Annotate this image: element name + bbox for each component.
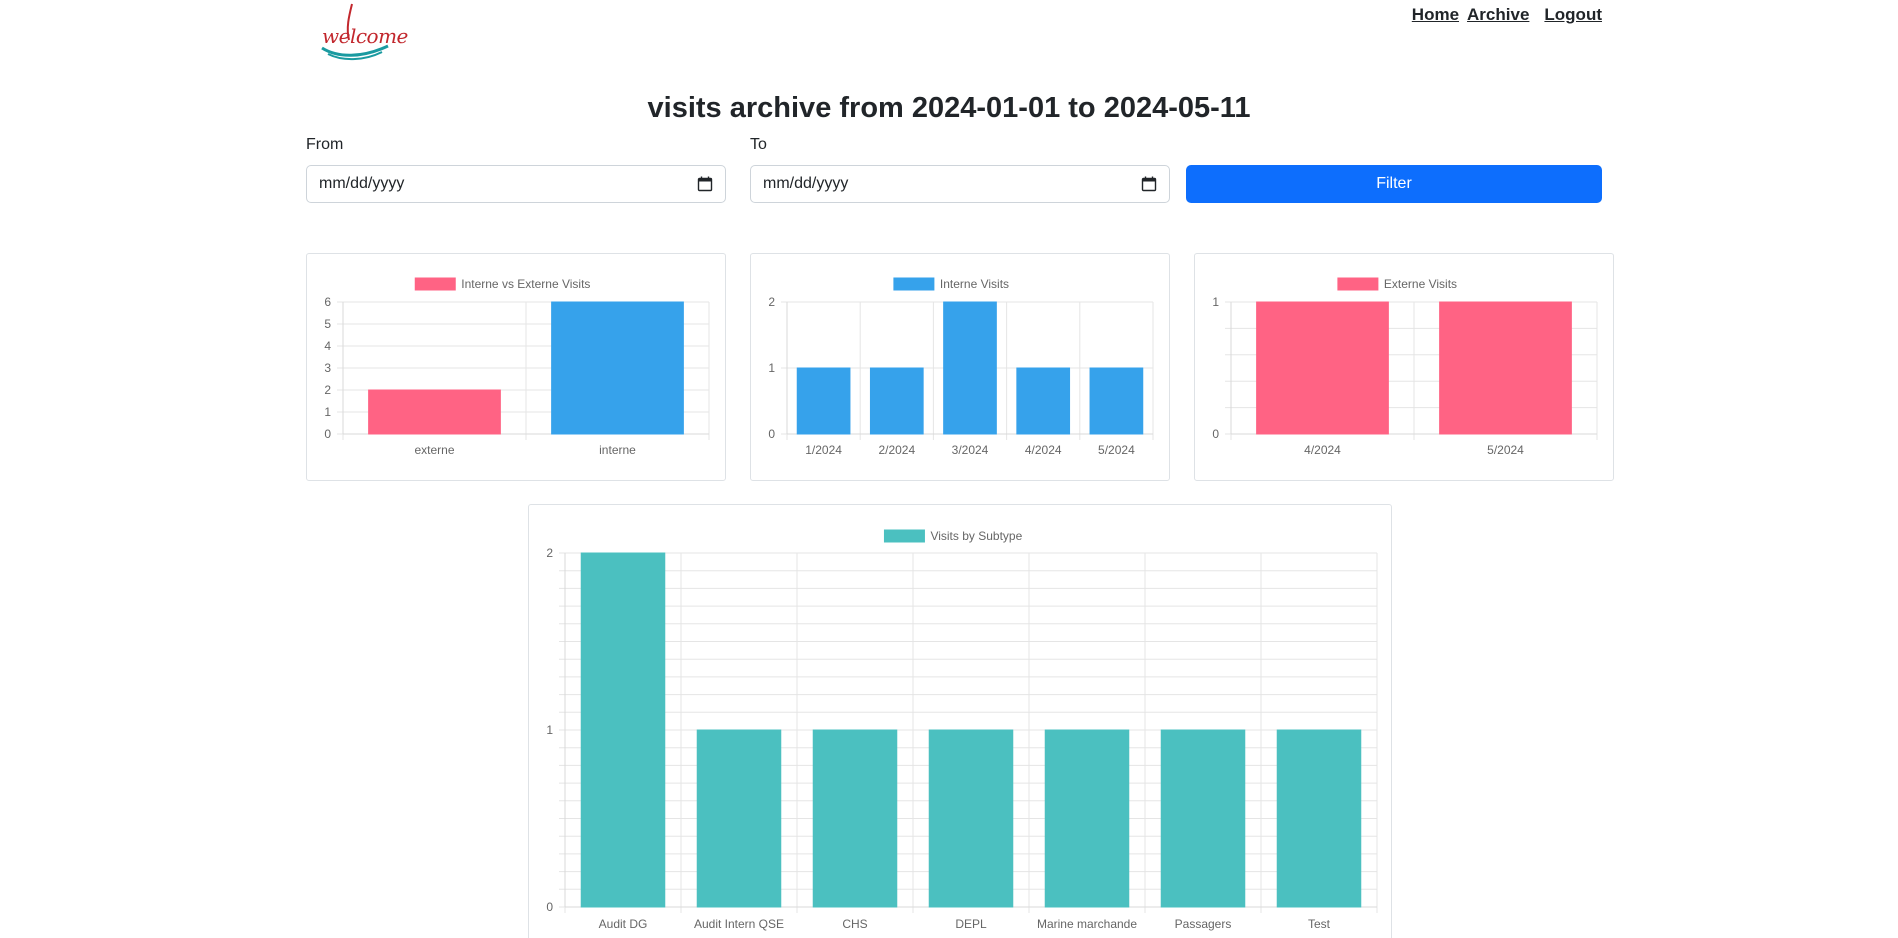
nav-home-link[interactable]: Home [1412, 5, 1459, 25]
to-date-input[interactable]: mm/dd/yyyy [750, 165, 1170, 203]
chart-legend: Externe Visits [1337, 277, 1457, 291]
y-tick-label: 1 [1212, 295, 1219, 309]
x-tick-label: 2/2024 [878, 443, 915, 457]
x-tick-label: Marine marchande [1037, 917, 1137, 931]
y-tick-label: 5 [324, 317, 331, 331]
x-tick-label: Test [1308, 917, 1331, 931]
legend-swatch [414, 277, 456, 291]
chart-bar [928, 729, 1014, 908]
y-tick-label: 1 [324, 405, 331, 419]
y-tick-label: 3 [324, 361, 331, 375]
x-tick-label: Audit Intern QSE [694, 917, 784, 931]
legend-swatch [1337, 277, 1379, 291]
x-tick-label: 3/2024 [952, 443, 989, 457]
chart-bar [1089, 367, 1144, 435]
y-tick-label: 4 [324, 339, 331, 353]
x-tick-label: 4/2024 [1025, 443, 1062, 457]
x-tick-label: CHS [842, 917, 867, 931]
to-label: To [750, 136, 767, 153]
chart-legend: Interne vs Externe Visits [414, 277, 590, 291]
chart-bar [1276, 729, 1362, 908]
y-tick-label: 6 [324, 295, 331, 309]
chart-bar [812, 729, 898, 908]
y-tick-label: 2 [546, 546, 553, 560]
filter-button[interactable]: Filter [1186, 165, 1602, 203]
chart-card-interne-visits: Interne Visits 0 1 2 1/2024 2/2024 3/2024 4/202… [750, 253, 1170, 481]
x-tick-label: 5/2024 [1098, 443, 1135, 457]
chart-bar [1160, 729, 1246, 908]
legend-label: Interne vs Externe Visits [461, 277, 590, 291]
chart-bar [696, 729, 782, 908]
legend-swatch [893, 277, 935, 291]
chart-bar [551, 301, 684, 435]
legend-swatch [883, 529, 925, 543]
legend-label: Visits by Subtype [930, 529, 1022, 543]
chart-bar [580, 552, 666, 908]
x-tick-label: externe [414, 443, 454, 457]
logo-text: welcome [322, 24, 408, 48]
y-tick-label: 0 [1212, 427, 1219, 441]
chart-bar [1256, 301, 1389, 435]
x-tick-label: 4/2024 [1304, 443, 1341, 457]
y-tick-label: 0 [768, 427, 775, 441]
calendar-icon[interactable] [1141, 176, 1157, 192]
chart-bar [869, 367, 924, 435]
x-tick-label: DEPL [955, 917, 987, 931]
chart-card-interne-vs-externe: Interne vs Externe Visits 0 1 2 3 4 5 6 externe i… [306, 253, 726, 481]
nav-logout-link[interactable]: Logout [1544, 5, 1602, 25]
chart-bar [368, 389, 501, 435]
from-label: From [306, 136, 344, 153]
chart-legend: Interne Visits [893, 277, 1009, 291]
top-nav: Home Archive Logout [1412, 5, 1602, 25]
y-tick-label: 1 [546, 723, 553, 737]
y-tick-label: 2 [324, 383, 331, 397]
y-tick-label: 0 [324, 427, 331, 441]
y-tick-label: 2 [768, 295, 775, 309]
from-date-placeholder: mm/dd/yyyy [319, 175, 405, 192]
page-title: visits archive from 2024-01-01 to 2024-0… [647, 92, 1251, 124]
calendar-icon[interactable] [697, 176, 713, 192]
x-tick-label: 1/2024 [805, 443, 842, 457]
y-tick-label: 1 [768, 361, 775, 375]
legend-label: Externe Visits [1384, 277, 1457, 291]
chart-interne-vs-externe: Interne vs Externe Visits 0 1 2 3 4 5 6 externe i… [324, 277, 710, 457]
x-tick-label: Audit DG [599, 917, 648, 931]
chart-card-visits-by-subtype: Visits by Subtype 0 1 2 Audit DG Audit Intern… [528, 504, 1392, 938]
x-tick-label: interne [599, 443, 636, 457]
nav-archive-link[interactable]: Archive [1467, 5, 1529, 25]
legend-label: Interne Visits [940, 277, 1009, 291]
x-tick-label: Passagers [1175, 917, 1232, 931]
chart-card-externe-visits: Externe Visits 0 1 4/2024 5/2024 [1194, 253, 1614, 481]
y-tick-label: 0 [546, 900, 553, 914]
chart-interne-visits: Interne Visits 0 1 2 1/2024 2/2024 3/2024 4/202… [768, 277, 1154, 457]
chart-bar [1439, 301, 1572, 435]
chart-bar [943, 301, 997, 435]
chart-visits-by-subtype: Visits by Subtype 0 1 2 Audit DG Audit Intern… [546, 529, 1378, 931]
logo: welcome [316, 2, 408, 62]
x-tick-label: 5/2024 [1487, 443, 1524, 457]
from-date-input[interactable]: mm/dd/yyyy [306, 165, 726, 203]
to-date-placeholder: mm/dd/yyyy [763, 175, 849, 192]
chart-bar [1016, 367, 1071, 435]
chart-bar [1044, 729, 1130, 908]
chart-legend: Visits by Subtype [883, 529, 1023, 543]
chart-externe-visits: Externe Visits 0 1 4/2024 5/2024 [1212, 277, 1598, 457]
chart-bar [796, 367, 851, 435]
